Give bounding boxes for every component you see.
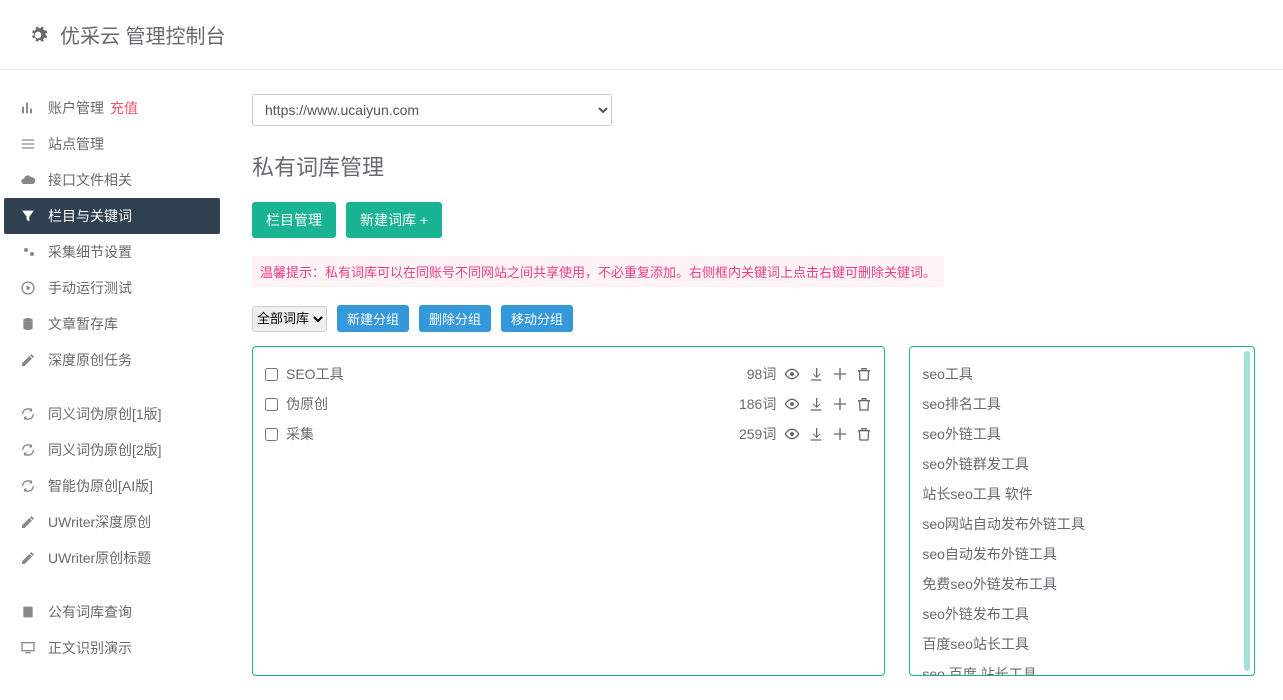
keyword-list-panel: seo工具seo排名工具seo外链工具seo外链群发工具站长seo工具 软件se… <box>909 346 1255 676</box>
keyword-item[interactable]: seo网站自动发布外链工具 <box>922 509 1242 539</box>
keyword-item[interactable]: seo外链群发工具 <box>922 449 1242 479</box>
keyword-item[interactable]: seo外链发布工具 <box>922 599 1242 629</box>
keyword-item[interactable]: 免费seo外链发布工具 <box>922 569 1242 599</box>
keyword-item[interactable]: seo自动发布外链工具 <box>922 539 1242 569</box>
keyword-item[interactable]: seo外链工具 <box>922 419 1242 449</box>
keyword-item[interactable]: seo工具 <box>922 359 1242 389</box>
keyword-item[interactable]: seo 百度 站长工具 <box>922 659 1242 676</box>
keyword-item[interactable]: 站长seo工具 软件 <box>922 479 1242 509</box>
keyword-item[interactable]: 百度seo站长工具 <box>922 629 1242 659</box>
keyword-item[interactable]: seo排名工具 <box>922 389 1242 419</box>
